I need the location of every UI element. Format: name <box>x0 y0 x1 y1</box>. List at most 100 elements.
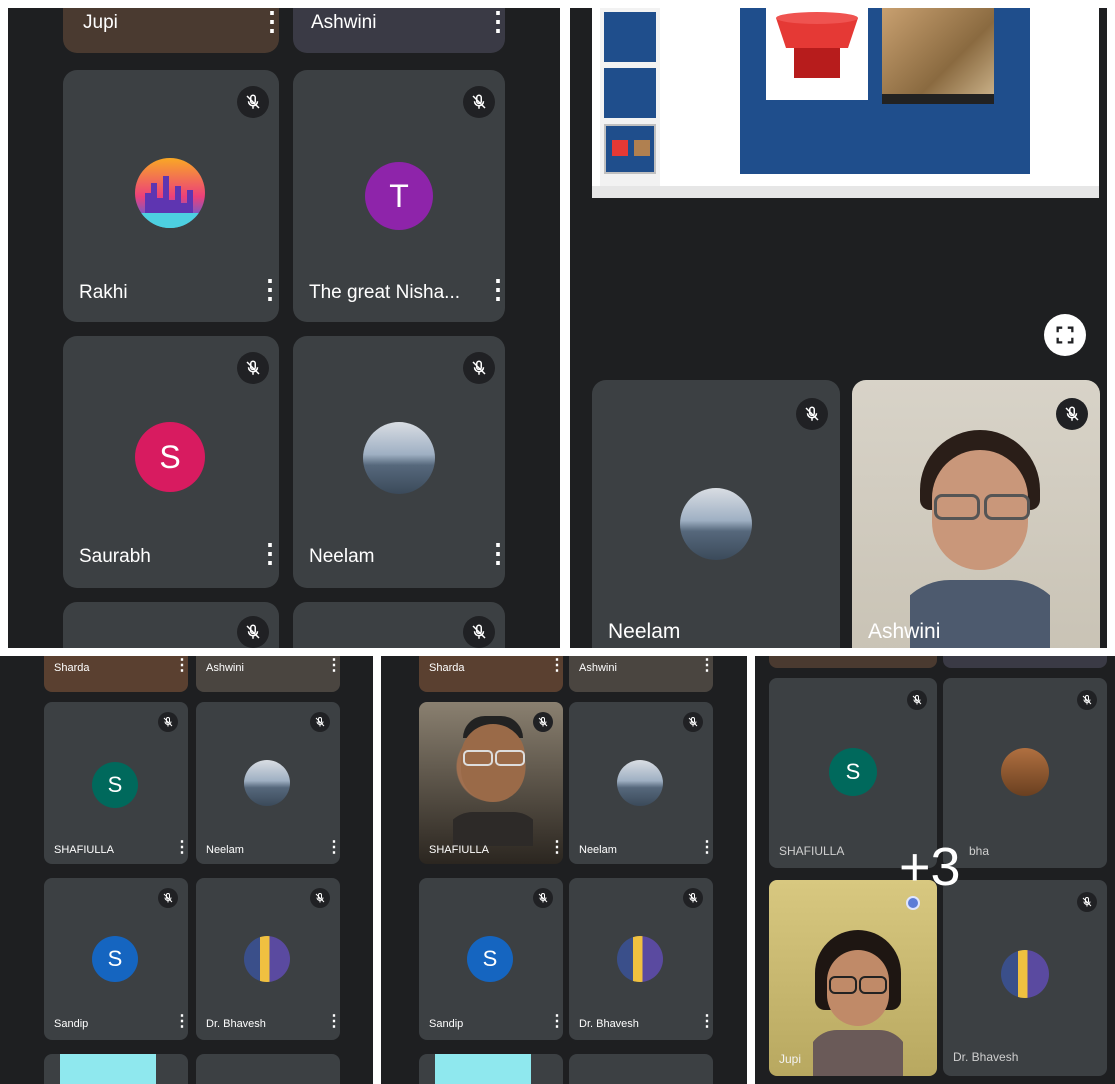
video-feed <box>910 430 1050 648</box>
mic-off-icon <box>683 888 703 908</box>
participant-tile-partial[interactable] <box>943 656 1107 668</box>
participant-tile-partial[interactable] <box>44 1054 188 1084</box>
participant-tile-ashwini[interactable]: Ashwini ⋮ <box>293 8 505 53</box>
more-vert-icon[interactable]: ⋮ <box>485 540 505 566</box>
more-vert-icon[interactable]: ⋮ <box>174 1014 188 1030</box>
mic-off-icon <box>463 616 495 648</box>
mic-off-icon <box>907 690 927 710</box>
participant-tile-bhavesh[interactable]: Dr. Bhavesh ⋮ <box>569 878 713 1040</box>
avatar-ocean-photo <box>363 422 435 494</box>
avatar-profile-photo <box>617 936 663 982</box>
more-vert-icon[interactable]: ⋮ <box>549 658 563 674</box>
participant-tile-partial[interactable] <box>196 1054 340 1084</box>
avatar-profile-photo <box>1001 748 1049 796</box>
avatar-ocean-photo <box>680 488 752 560</box>
avatar-initial: S <box>92 936 138 982</box>
panel-participant-grid-4: Sharda ⋮ Ashwini ⋮ SHAFIULLA ⋮ Neelam ⋮ … <box>381 656 747 1084</box>
mic-off-icon <box>796 398 828 430</box>
overflow-participant-count[interactable]: +3 <box>899 840 961 894</box>
more-vert-icon[interactable]: ⋮ <box>699 658 713 674</box>
avatar-city-skyline <box>135 158 205 228</box>
more-vert-icon[interactable]: ⋮ <box>485 276 505 302</box>
slide-thumbnail[interactable] <box>604 12 656 62</box>
participant-tile-neelam[interactable]: Neelam ⋮ <box>569 702 713 864</box>
mic-off-icon <box>158 712 178 732</box>
participant-name: Ashwini <box>311 12 377 33</box>
participant-tile-saurabh[interactable]: S Saurabh ⋮ <box>63 336 279 588</box>
avatar-initial: S <box>467 936 513 982</box>
more-vert-icon[interactable]: ⋮ <box>174 840 188 856</box>
participant-name: Dr. Bhavesh <box>579 1018 639 1030</box>
slide-thumbnails <box>600 8 660 198</box>
participant-tile-ashwini[interactable]: Ashwini ⋮ <box>196 656 340 692</box>
slide-thumbnail[interactable] <box>604 124 656 174</box>
mic-off-icon <box>310 888 330 908</box>
more-vert-icon[interactable]: ⋮ <box>549 840 563 856</box>
participant-name: Sandip <box>54 1018 89 1030</box>
video-feed <box>813 930 903 1076</box>
participant-name: Neelam <box>206 844 244 856</box>
participant-tile-ashwini[interactable]: Ashwini <box>852 380 1100 648</box>
participant-tile-sharda[interactable]: Sharda ⋮ <box>44 656 188 692</box>
participant-tile-partial[interactable] <box>419 1054 563 1084</box>
mic-off-icon <box>533 888 553 908</box>
slide-image-basket <box>766 8 868 100</box>
fullscreen-button[interactable] <box>1044 314 1086 356</box>
more-vert-icon[interactable]: ⋮ <box>259 8 279 34</box>
avatar-initial: S <box>135 422 205 492</box>
more-vert-icon[interactable]: ⋮ <box>326 658 340 674</box>
participant-name: Jupi <box>83 12 118 33</box>
participant-tile-shafiulla[interactable]: SHAFIULLA ⋮ <box>419 702 563 864</box>
shared-slide-thumbnail <box>435 1054 531 1084</box>
participant-tile-bhavesh[interactable]: Dr. Bhavesh ⋮ <box>196 878 340 1040</box>
participant-tile-sharda[interactable]: Sharda ⋮ <box>419 656 563 692</box>
overflow-indicator-dot <box>906 896 920 910</box>
more-vert-icon[interactable]: ⋮ <box>326 840 340 856</box>
slide-thumbnail[interactable] <box>604 68 656 118</box>
mic-off-icon <box>158 888 178 908</box>
participant-tile-ashwini[interactable]: Ashwini ⋮ <box>569 656 713 692</box>
participant-tile-partial[interactable] <box>63 602 279 648</box>
mic-off-icon <box>463 86 495 118</box>
participant-tile-partial[interactable] <box>569 1054 713 1084</box>
more-vert-icon[interactable]: ⋮ <box>257 276 279 302</box>
participant-name: Ashwini <box>868 620 941 643</box>
mic-off-icon <box>1077 690 1097 710</box>
participant-tile-sandip[interactable]: S Sandip ⋮ <box>419 878 563 1040</box>
participant-tile-neelam[interactable]: Neelam ⋮ <box>293 336 505 588</box>
participant-name: bha <box>969 844 990 858</box>
video-feed <box>453 716 533 846</box>
participant-name: SHAFIULLA <box>779 844 845 858</box>
participant-tile-nisha[interactable]: T The great Nisha... ⋮ <box>293 70 505 322</box>
participant-tile-shafiulla[interactable]: S SHAFIULLA ⋮ <box>44 702 188 864</box>
participant-tile-partial[interactable] <box>293 602 505 648</box>
participant-tile-sandip[interactable]: S Sandip ⋮ <box>44 878 188 1040</box>
participant-name: Sharda <box>54 662 90 674</box>
more-vert-icon[interactable]: ⋮ <box>485 8 505 34</box>
participant-name: SHAFIULLA <box>429 844 489 856</box>
participant-tile-neelam[interactable]: Neelam ⋮ <box>196 702 340 864</box>
participant-tile-bha[interactable]: bha <box>943 678 1107 868</box>
more-vert-icon[interactable]: ⋮ <box>174 658 188 674</box>
more-vert-icon[interactable]: ⋮ <box>699 840 713 856</box>
panel-participant-grid-3: Sharda ⋮ Ashwini ⋮ S SHAFIULLA ⋮ Neelam … <box>0 656 373 1084</box>
more-vert-icon[interactable]: ⋮ <box>257 540 279 566</box>
participant-tile-neelam[interactable]: Neelam <box>592 380 840 648</box>
participant-name: Neelam <box>608 620 681 643</box>
participant-name: The great Nisha... <box>309 282 461 303</box>
panel-participant-grid-5: S SHAFIULLA bha Jupi Dr. Bhavesh +3 <box>755 656 1115 1084</box>
avatar-initial: S <box>829 748 877 796</box>
mic-off-icon <box>683 712 703 732</box>
shared-screen[interactable] <box>592 8 1099 198</box>
participant-name: Dr. Bhavesh <box>953 1050 1019 1064</box>
more-vert-icon[interactable]: ⋮ <box>549 1014 563 1030</box>
participant-tile-jupi[interactable]: Jupi ⋮ <box>63 8 279 53</box>
participant-name: Neelam <box>309 546 375 567</box>
participant-tile-rakhi[interactable]: Rakhi ⋮ <box>63 70 279 322</box>
panel-presentation: Neelam Ashwini <box>570 8 1107 648</box>
participant-tile-bhavesh[interactable]: Dr. Bhavesh <box>943 880 1107 1076</box>
more-vert-icon[interactable]: ⋮ <box>699 1014 713 1030</box>
slide-canvas <box>740 8 1030 174</box>
more-vert-icon[interactable]: ⋮ <box>326 1014 340 1030</box>
participant-tile-partial[interactable] <box>769 656 937 668</box>
